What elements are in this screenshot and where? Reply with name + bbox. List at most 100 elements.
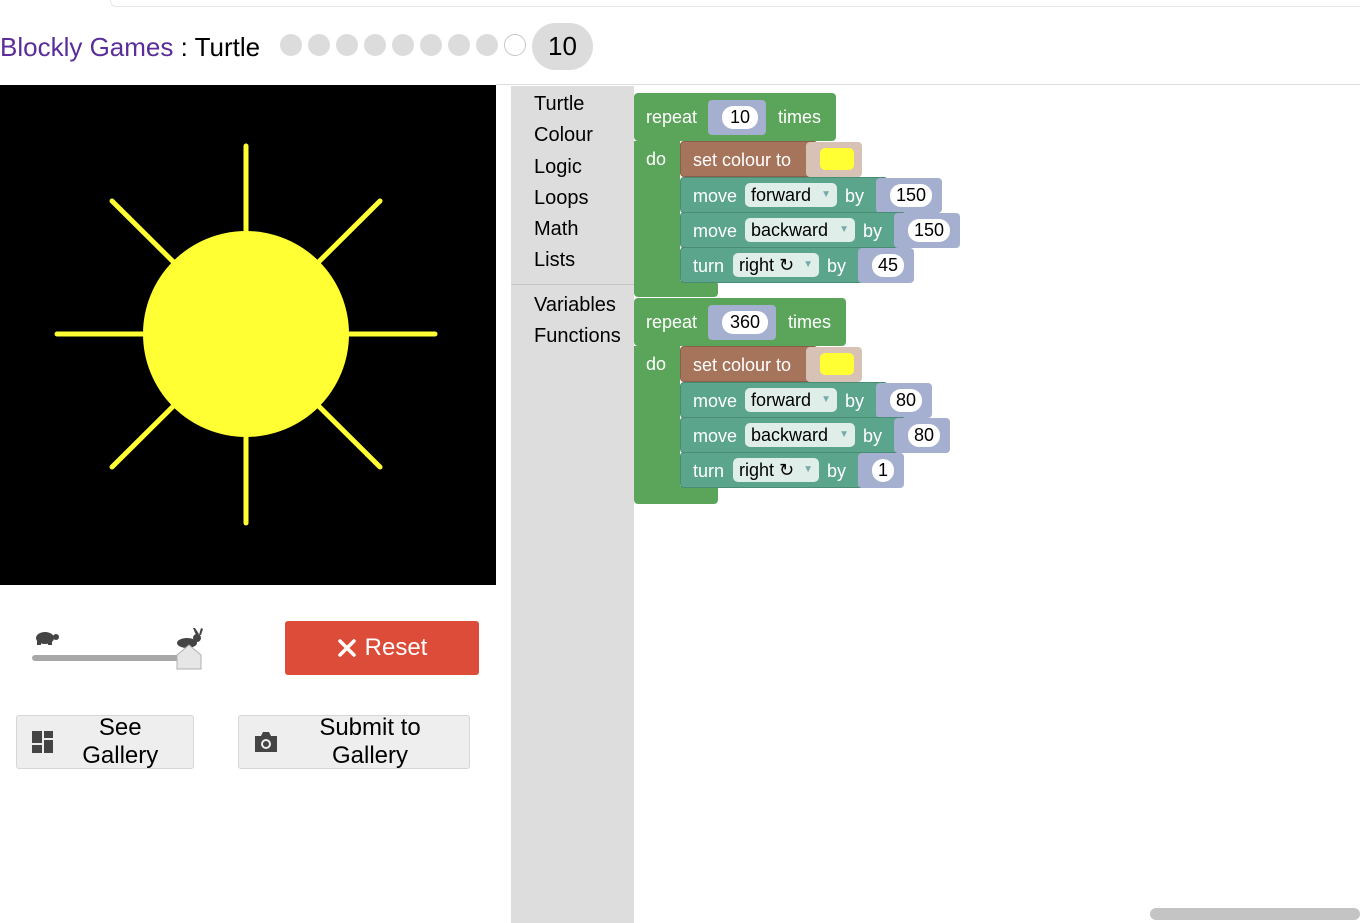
by-label: by bbox=[827, 461, 847, 481]
repeat-count-socket: 360 bbox=[708, 305, 776, 340]
distance-field[interactable]: 150 bbox=[890, 184, 932, 207]
distance-socket: 150 bbox=[876, 178, 942, 213]
close-icon bbox=[337, 639, 356, 657]
toolbox-category-turtle[interactable]: Turtle bbox=[534, 93, 584, 116]
workspace-horizontal-scrollbar[interactable] bbox=[1150, 908, 1360, 920]
reset-button[interactable]: Reset bbox=[285, 621, 479, 675]
level-dot-1[interactable] bbox=[280, 34, 302, 56]
set-colour-label: set colour to bbox=[693, 355, 792, 375]
do-label: do bbox=[646, 149, 667, 169]
direction-dropdown[interactable]: forward ▼ bbox=[745, 388, 837, 412]
angle-socket: 1 bbox=[858, 453, 904, 488]
repeat-label: repeat bbox=[646, 107, 698, 127]
turn-direction-dropdown[interactable]: right ↻ ▼ bbox=[733, 253, 819, 277]
colour-socket-1 bbox=[806, 142, 862, 177]
move-label: move bbox=[693, 221, 738, 241]
by-label: by bbox=[845, 186, 865, 206]
dashboard-icon bbox=[32, 731, 54, 753]
page-title: Blockly Games : Turtle bbox=[0, 32, 260, 63]
colour-swatch-1[interactable] bbox=[820, 148, 854, 170]
toolbox-category-variables[interactable]: Variables bbox=[534, 294, 616, 317]
level-dot-8[interactable] bbox=[476, 34, 498, 56]
current-level-badge[interactable]: 10 bbox=[532, 23, 593, 70]
move-label: move bbox=[693, 186, 738, 206]
level-dot-9[interactable] bbox=[504, 34, 526, 56]
toolbox-category-colour[interactable]: Colour bbox=[534, 124, 593, 147]
set-colour-block-1[interactable]: set colour to bbox=[680, 141, 818, 177]
angle-field[interactable]: 45 bbox=[872, 254, 904, 277]
move-label: move bbox=[693, 426, 738, 446]
move-backward-block-2[interactable]: move backward ▼ by bbox=[680, 417, 906, 453]
repeat-count-field[interactable]: 360 bbox=[722, 311, 768, 334]
repeat-1-bottom bbox=[634, 281, 718, 297]
turn-block-1[interactable]: turn right ↻ ▼ by bbox=[680, 247, 870, 283]
toolbox: Turtle Colour Logic Loops Math Lists Var… bbox=[511, 86, 634, 923]
angle-field[interactable]: 1 bbox=[872, 459, 894, 482]
see-gallery-button[interactable]: See Gallery bbox=[16, 714, 194, 769]
header-divider bbox=[496, 84, 1360, 85]
distance-socket: 80 bbox=[894, 418, 950, 453]
level-dot-5[interactable] bbox=[392, 34, 414, 56]
browser-tab-strip bbox=[110, 0, 1360, 7]
distance-socket: 80 bbox=[876, 383, 932, 418]
dropdown-arrow-icon: ▼ bbox=[839, 224, 849, 235]
turn-label: turn bbox=[693, 256, 725, 276]
see-gallery-label: See Gallery bbox=[82, 714, 159, 769]
level-dot-3[interactable] bbox=[336, 34, 358, 56]
times-label: times bbox=[778, 107, 822, 127]
app-home-link[interactable]: Blockly Games bbox=[0, 32, 173, 62]
toolbox-category-loops[interactable]: Loops bbox=[534, 187, 589, 210]
by-label: by bbox=[827, 256, 847, 276]
repeat-2-bottom bbox=[634, 486, 718, 504]
set-colour-block-2[interactable]: set colour to bbox=[680, 346, 818, 382]
level-dot-2[interactable] bbox=[308, 34, 330, 56]
toolbox-separator bbox=[511, 284, 634, 285]
distance-field[interactable]: 80 bbox=[908, 424, 940, 447]
turtle-canvas bbox=[0, 85, 496, 585]
move-forward-block-2[interactable]: move forward ▼ by bbox=[680, 382, 888, 418]
colour-swatch-2[interactable] bbox=[820, 353, 854, 375]
toolbox-category-lists[interactable]: Lists bbox=[534, 249, 575, 272]
block-workspace[interactable]: repeat 10 times do set colour to move fo… bbox=[634, 86, 1360, 923]
turn-block-2[interactable]: turn right ↻ ▼ by bbox=[680, 452, 870, 488]
by-label: by bbox=[863, 221, 883, 241]
slider-track[interactable] bbox=[32, 655, 187, 661]
repeat-block-2[interactable]: repeat 360 times bbox=[634, 298, 846, 346]
direction-dropdown[interactable]: backward ▼ bbox=[745, 218, 855, 242]
level-dot-7[interactable] bbox=[448, 34, 470, 56]
toolbox-category-math[interactable]: Math bbox=[534, 218, 578, 241]
dropdown-arrow-icon: ▼ bbox=[803, 464, 813, 475]
repeat-1-do-arm: do bbox=[634, 141, 680, 293]
turtle-icon bbox=[36, 632, 59, 645]
level-dot-4[interactable] bbox=[364, 34, 386, 56]
turn-direction-dropdown[interactable]: right ↻ ▼ bbox=[733, 458, 819, 482]
slider-knob[interactable] bbox=[176, 644, 202, 670]
speed-slider[interactable] bbox=[30, 628, 205, 670]
distance-field[interactable]: 150 bbox=[908, 219, 950, 242]
sun-drawing bbox=[54, 143, 438, 526]
toolbox-category-logic[interactable]: Logic bbox=[534, 156, 582, 179]
repeat-count-field[interactable]: 10 bbox=[722, 106, 758, 129]
direction-dropdown[interactable]: forward ▼ bbox=[745, 183, 837, 207]
times-label: times bbox=[788, 312, 832, 332]
by-label: by bbox=[845, 391, 865, 411]
move-label: move bbox=[693, 391, 738, 411]
level-dot-6[interactable] bbox=[420, 34, 442, 56]
move-backward-block-1[interactable]: move backward ▼ by bbox=[680, 212, 906, 248]
game-name: Turtle bbox=[194, 32, 261, 62]
angle-socket: 45 bbox=[858, 248, 914, 283]
do-label: do bbox=[646, 354, 667, 374]
camera-icon bbox=[255, 732, 277, 752]
direction-dropdown[interactable]: backward ▼ bbox=[745, 423, 855, 447]
repeat-block-1[interactable]: repeat 10 times bbox=[634, 93, 836, 141]
distance-socket: 150 bbox=[894, 213, 960, 248]
colour-socket-2 bbox=[806, 347, 862, 382]
move-forward-block-1[interactable]: move forward ▼ by bbox=[680, 177, 888, 213]
submit-gallery-button[interactable]: Submit to Gallery bbox=[238, 714, 470, 769]
header: Blockly Games : Turtle 10 bbox=[0, 22, 1360, 72]
repeat-label: repeat bbox=[646, 312, 698, 332]
set-colour-label: set colour to bbox=[693, 150, 792, 170]
toolbox-category-functions[interactable]: Functions bbox=[534, 325, 621, 348]
distance-field[interactable]: 80 bbox=[890, 389, 922, 412]
submit-gallery-label: Submit to Gallery bbox=[319, 714, 421, 769]
